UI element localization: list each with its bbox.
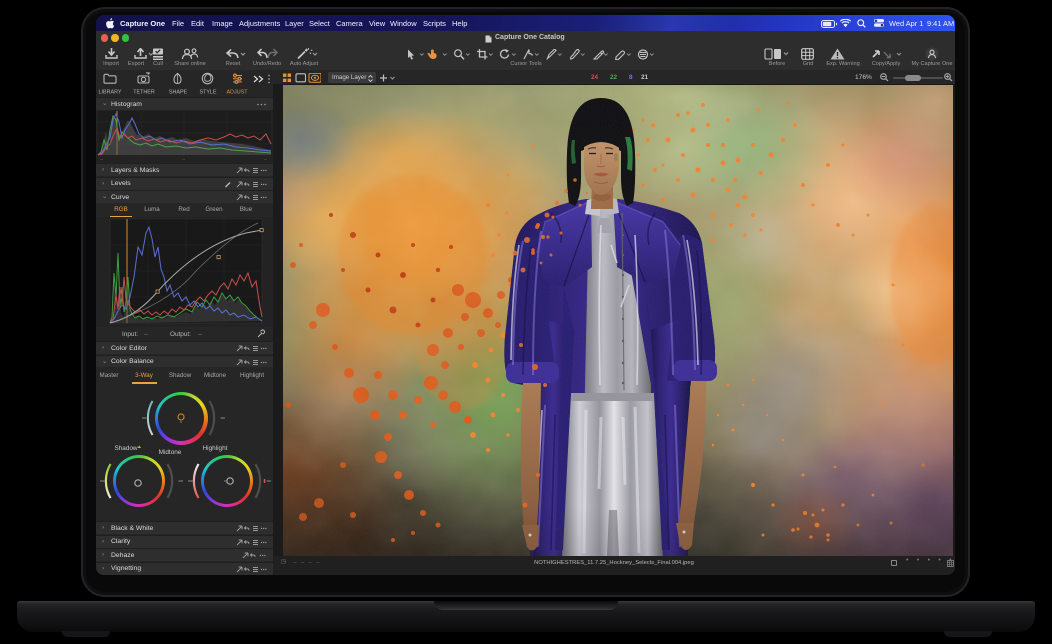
svg-text:--: -- — [264, 157, 268, 162]
svg-text:--: -- — [182, 157, 186, 162]
svg-text:--: -- — [100, 157, 104, 162]
svg-text:LIBRARY: LIBRARY — [99, 90, 122, 96]
svg-text:SHAPE: SHAPE — [169, 90, 188, 96]
svg-text:STYLE: STYLE — [199, 90, 216, 96]
svg-text:ADJUST: ADJUST — [227, 90, 249, 96]
svg-text:TETHER: TETHER — [133, 90, 155, 96]
